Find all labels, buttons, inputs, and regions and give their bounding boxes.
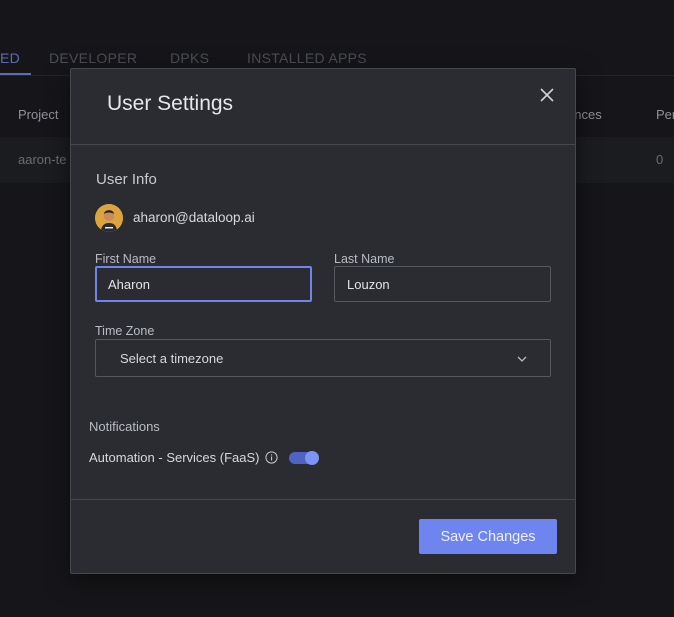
close-icon	[540, 88, 554, 102]
user-email: aharon@dataloop.ai	[133, 210, 255, 225]
chevron-down-icon	[517, 356, 527, 362]
dialog-header: User Settings	[71, 69, 575, 145]
notifications-title: Notifications	[89, 419, 160, 434]
notification-item-label: Automation - Services (FaaS)	[89, 450, 260, 465]
user-settings-dialog: User Settings User Info aharon@dataloop.…	[70, 68, 576, 574]
dialog-title: User Settings	[107, 92, 234, 115]
section-title-user-info: User Info	[96, 171, 157, 188]
avatar	[95, 204, 123, 232]
notification-toggle[interactable]	[289, 451, 319, 465]
dialog-footer: Save Changes	[71, 499, 575, 573]
last-name-field[interactable]	[334, 266, 551, 302]
last-name-label: Last Name	[334, 252, 395, 266]
timezone-select-value: Select a timezone	[120, 351, 224, 366]
first-name-label: First Name	[95, 252, 157, 266]
timezone-select[interactable]: Select a timezone	[95, 339, 551, 377]
timezone-label: Time Zone	[95, 324, 155, 338]
toggle-knob	[305, 451, 319, 465]
close-button[interactable]	[535, 83, 559, 107]
first-name-field[interactable]	[95, 266, 312, 302]
info-icon[interactable]	[265, 451, 278, 464]
save-changes-button[interactable]: Save Changes	[419, 519, 557, 554]
